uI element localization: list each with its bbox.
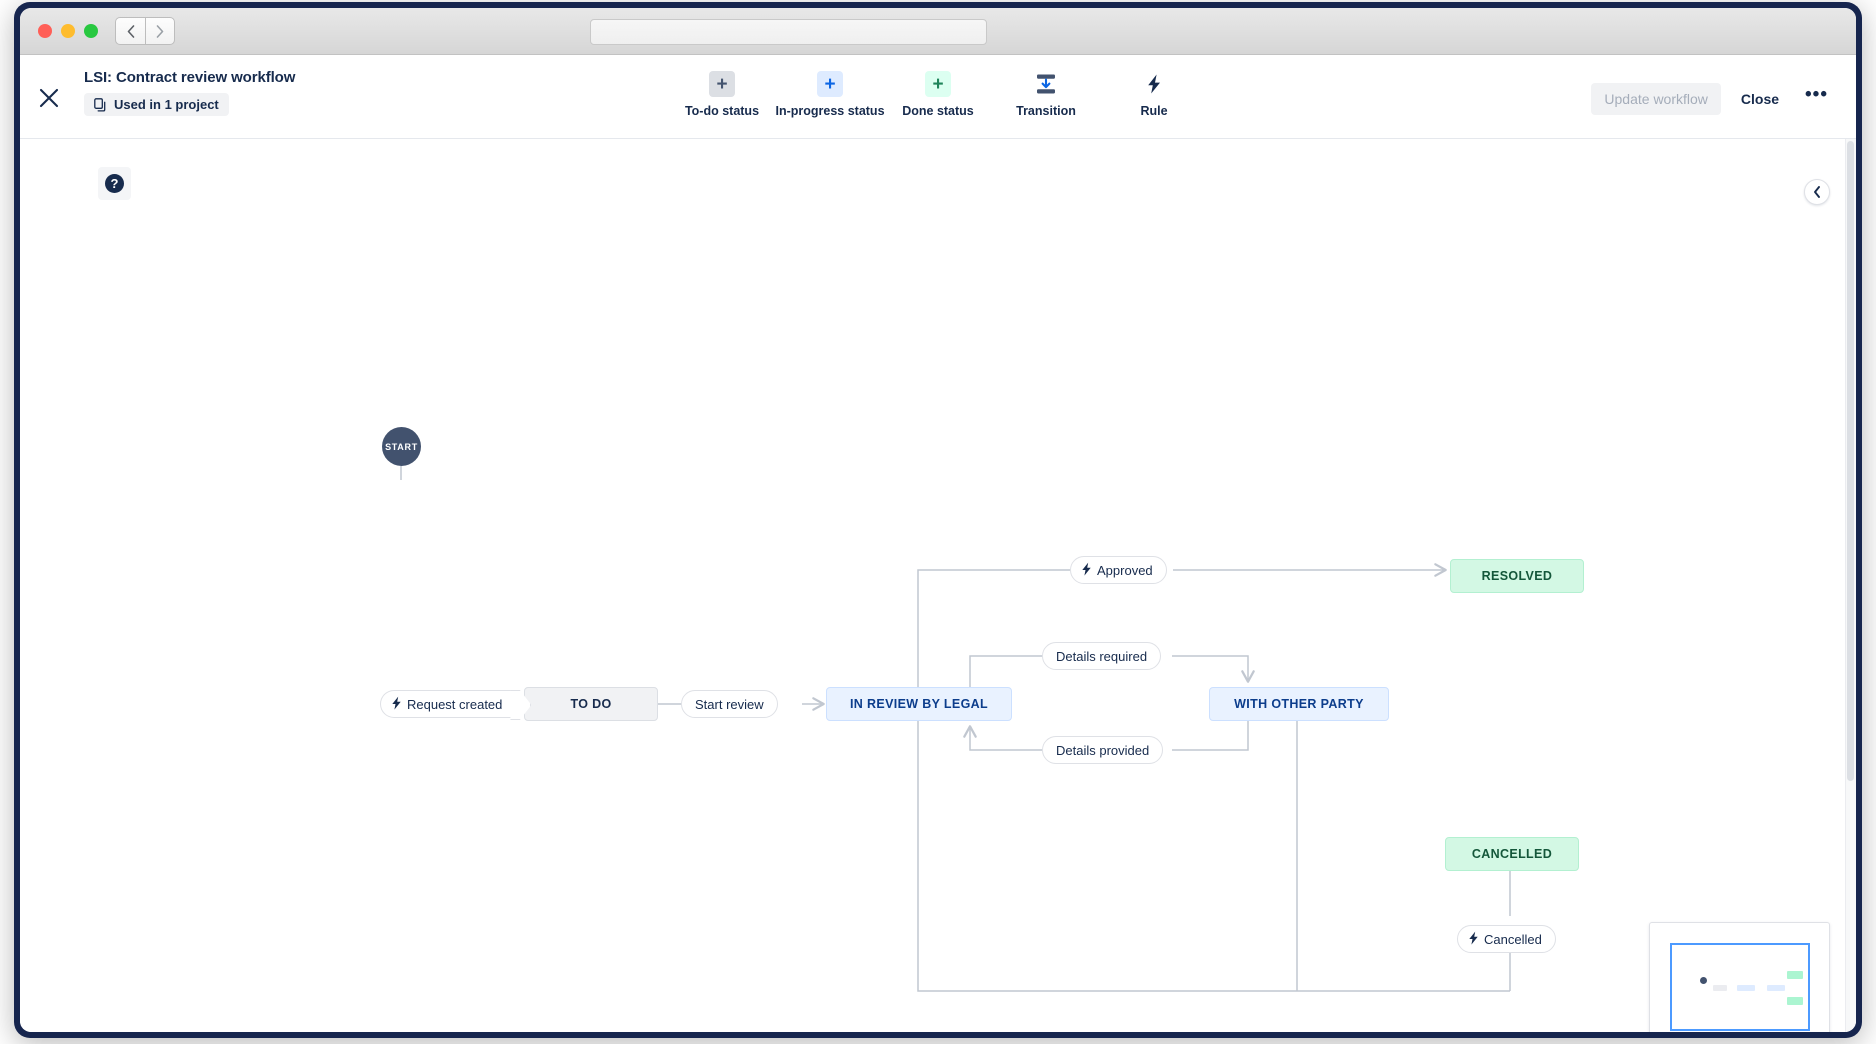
transition-details-provided[interactable]: Details provided — [1042, 736, 1163, 764]
status-node-cancelled[interactable]: CANCELLED — [1445, 837, 1579, 871]
page-title: LSI: Contract review workflow — [84, 69, 295, 86]
workflow-canvas[interactable]: ? — [20, 139, 1856, 1032]
app-header: LSI: Contract review workflow Used in 1 … — [20, 55, 1856, 139]
plus-icon: + — [925, 71, 951, 97]
transition-cancelled-label: Cancelled — [1484, 932, 1542, 947]
tool-done-status-label: Done status — [902, 104, 974, 118]
transition-start-review[interactable]: Start review — [681, 690, 778, 718]
wire-detailsprovided-to-inreview — [970, 726, 1042, 750]
tool-done-status[interactable]: + Done status — [884, 67, 992, 118]
chevron-left-icon — [127, 25, 135, 38]
tool-rule-label: Rule — [1140, 104, 1167, 118]
plus-icon: + — [817, 71, 843, 97]
minimap-start-dot — [1700, 977, 1707, 984]
tool-inprogress-status-label: In-progress status — [775, 104, 884, 118]
transition-cancelled[interactable]: Cancelled — [1457, 925, 1556, 953]
transition-request-created-label: Request created — [407, 697, 502, 712]
close-x-icon — [38, 87, 60, 109]
status-node-todo[interactable]: TO DO — [524, 687, 658, 721]
minimap[interactable] — [1649, 922, 1830, 1032]
rule-bolt-icon — [1081, 562, 1092, 578]
nav-forward-button[interactable] — [145, 17, 175, 45]
nav-back-button[interactable] — [115, 17, 145, 45]
update-workflow-button[interactable]: Update workflow — [1591, 83, 1721, 115]
used-in-projects-badge[interactable]: Used in 1 project — [84, 93, 229, 116]
transition-approved[interactable]: Approved — [1070, 556, 1167, 584]
canvas-scrollbar-thumb[interactable] — [1847, 141, 1854, 781]
window-content: LSI: Contract review workflow Used in 1 … — [20, 8, 1856, 1032]
status-node-resolved[interactable]: RESOLVED — [1450, 559, 1584, 593]
status-node-in-review-by-legal[interactable]: IN REVIEW BY LEGAL — [826, 687, 1012, 721]
window-minimize-button[interactable] — [61, 24, 75, 38]
window-maximize-button[interactable] — [84, 24, 98, 38]
tool-todo-status[interactable]: + To-do status — [668, 67, 776, 118]
rule-bolt-icon — [1141, 71, 1167, 97]
minimap-withother-chip — [1767, 985, 1785, 991]
tool-rule[interactable]: Rule — [1100, 67, 1208, 118]
tool-transition[interactable]: Transition — [992, 67, 1100, 118]
minimap-cancelled-chip — [1787, 997, 1803, 1005]
close-button[interactable]: Close — [1735, 83, 1785, 115]
transition-icon — [1033, 71, 1059, 97]
workflow-diagram: START TO DO IN REVIEW BY LEGAL WITH OTHE… — [20, 139, 1856, 1032]
plus-icon: + — [709, 71, 735, 97]
wire-detailsrequired-to-withother — [1172, 656, 1248, 682]
title-bar — [20, 8, 1856, 55]
canvas-scrollbar-track[interactable] — [1845, 139, 1856, 1032]
browser-window: LSI: Contract review workflow Used in 1 … — [14, 2, 1862, 1038]
minimap-resolved-chip — [1787, 971, 1803, 979]
wire-withother-to-detailsprovided — [1172, 721, 1248, 750]
used-in-projects-label: Used in 1 project — [114, 97, 219, 112]
header-title-block: LSI: Contract review workflow Used in 1 … — [84, 69, 295, 117]
transition-details-provided-label: Details provided — [1056, 743, 1149, 758]
rule-bolt-icon — [1468, 931, 1479, 947]
transition-start-review-label: Start review — [695, 697, 764, 712]
address-bar[interactable] — [590, 19, 987, 45]
workflow-toolbar: + To-do status + In-progress status + Do… — [668, 67, 1208, 118]
wire-inreview-bottom-rail — [918, 704, 1510, 991]
minimap-inreview-chip — [1737, 985, 1755, 991]
wire-inreview-up-to-approved — [918, 570, 1070, 704]
tool-inprogress-status[interactable]: + In-progress status — [776, 67, 884, 118]
header-actions: Update workflow Close ••• — [1591, 83, 1834, 115]
start-node[interactable]: START — [382, 427, 421, 466]
copy-icon — [94, 98, 107, 112]
tool-todo-status-label: To-do status — [685, 104, 759, 118]
transition-details-required[interactable]: Details required — [1042, 642, 1161, 670]
status-node-with-other-party[interactable]: WITH OTHER PARTY — [1209, 687, 1389, 721]
transition-details-required-label: Details required — [1056, 649, 1147, 664]
wire-inreview-to-detailsrequired — [970, 656, 1042, 687]
transition-request-created[interactable]: Request created — [380, 690, 520, 718]
tool-transition-label: Transition — [1016, 104, 1076, 118]
workflow-close-icon[interactable] — [34, 83, 64, 113]
window-close-button[interactable] — [38, 24, 52, 38]
transition-approved-label: Approved — [1097, 563, 1153, 578]
more-options-button[interactable]: ••• — [1799, 90, 1834, 108]
rule-bolt-icon — [391, 696, 402, 712]
chevron-right-icon — [156, 25, 164, 38]
minimap-todo-chip — [1713, 985, 1727, 991]
